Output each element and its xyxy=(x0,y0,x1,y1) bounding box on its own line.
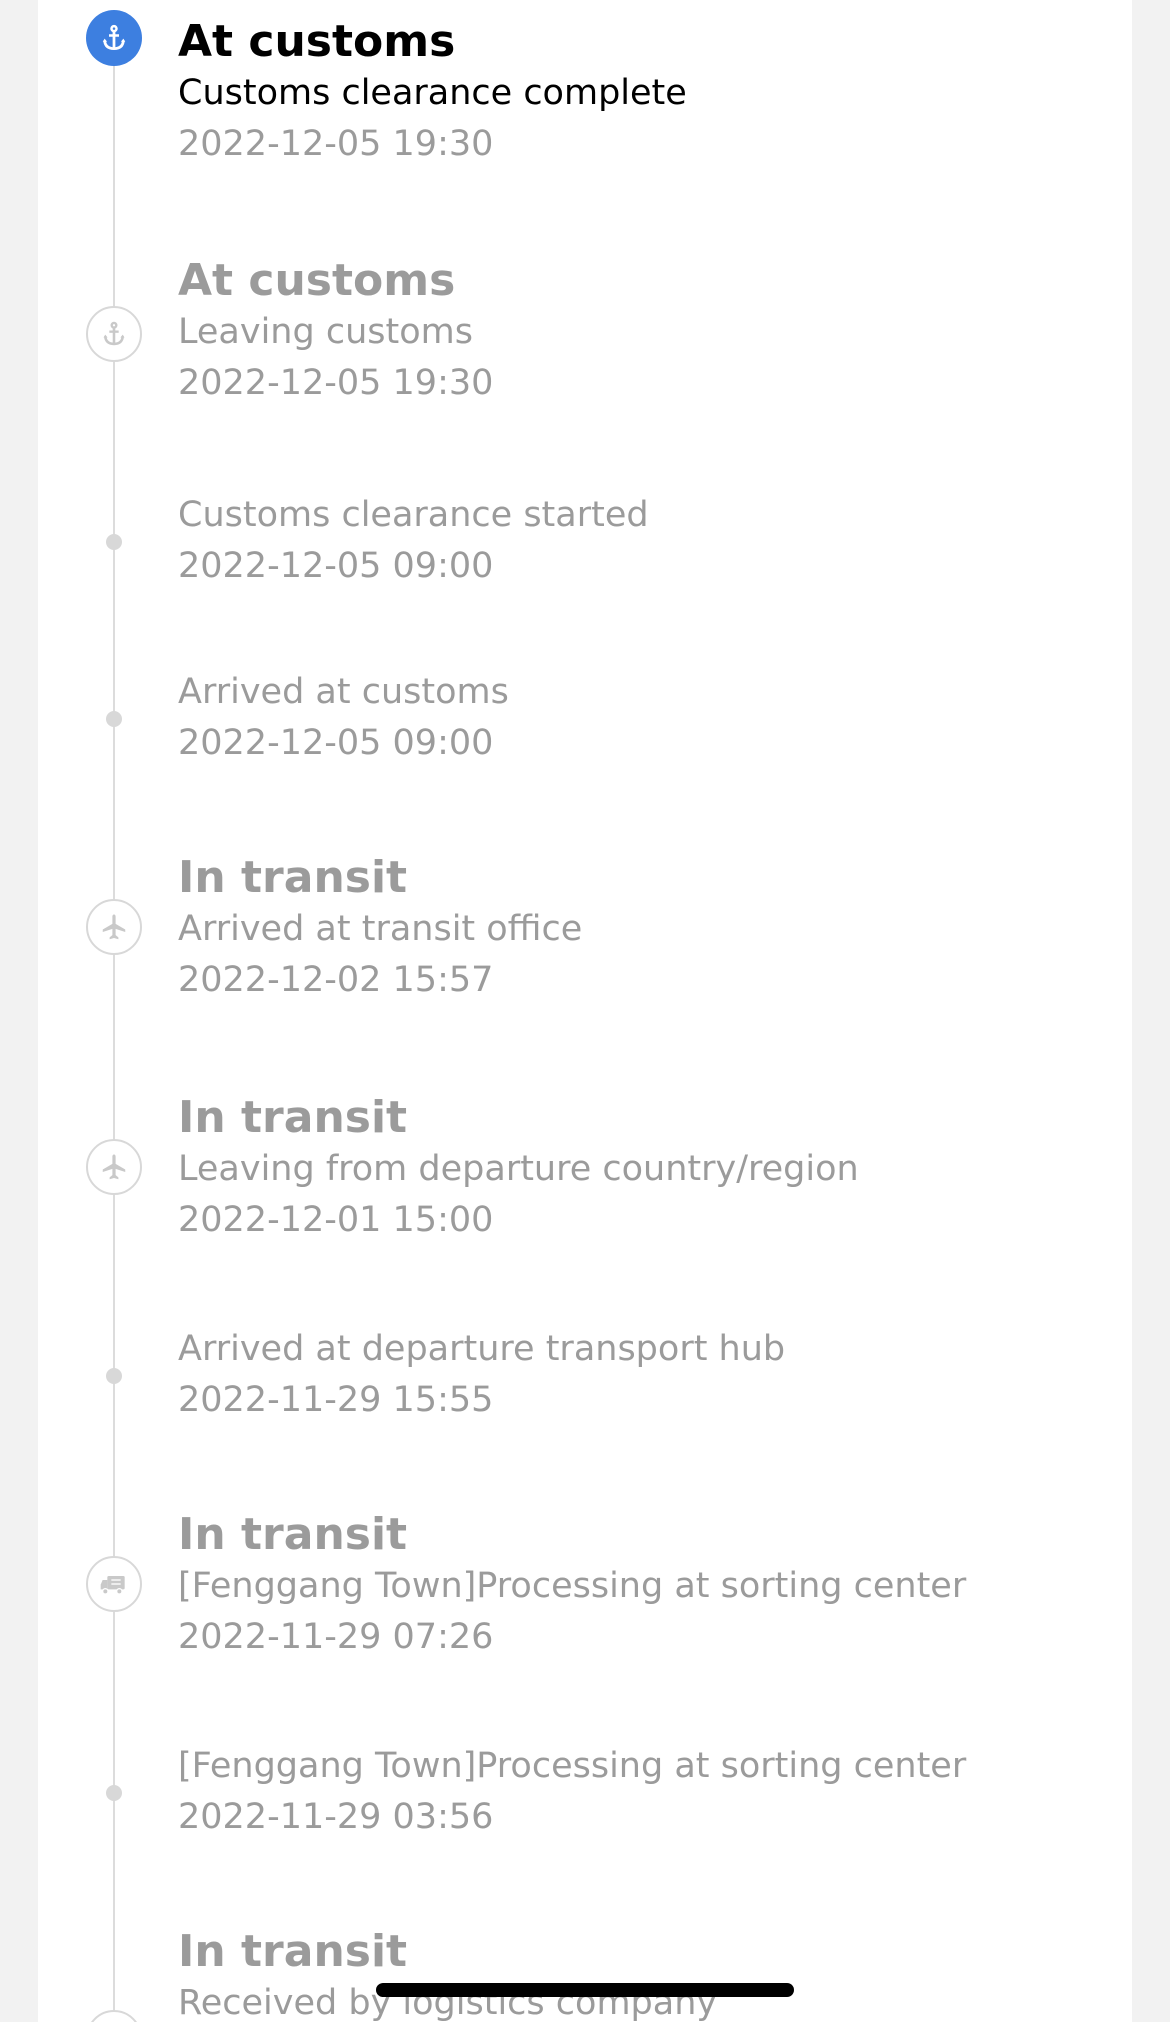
dot-icon xyxy=(106,1368,122,1384)
event-description: Leaving from departure country/region xyxy=(178,1149,859,1189)
tracking-card: At customs Customs clearance complete 20… xyxy=(38,0,1132,2022)
event-time: 2022-11-29 07:26 xyxy=(178,1617,494,1657)
truck-icon xyxy=(86,2010,142,2022)
event-description: [Fenggang Town]Processing at sorting cen… xyxy=(178,1566,967,1606)
event-status: At customs xyxy=(178,255,456,306)
event-status: In transit xyxy=(178,852,408,903)
truck-icon xyxy=(86,1556,142,1612)
dot-icon xyxy=(106,1785,122,1801)
dot-icon xyxy=(106,534,122,550)
event-description: Arrived at customs xyxy=(178,672,509,712)
event-time: 2022-12-05 19:30 xyxy=(178,124,494,164)
dot-icon xyxy=(106,711,122,727)
home-indicator[interactable] xyxy=(376,1983,794,1997)
event-time: 2022-12-05 09:00 xyxy=(178,723,494,763)
event-time: 2022-12-01 15:00 xyxy=(178,1200,494,1240)
tracking-timeline: At customs Customs clearance complete 20… xyxy=(38,0,1132,2022)
event-status: In transit xyxy=(178,1509,408,1560)
event-time: 2022-11-29 03:56 xyxy=(178,1797,494,1837)
event-status: In transit xyxy=(178,1926,408,1977)
event-status: In transit xyxy=(178,1092,408,1143)
event-description: Customs clearance complete xyxy=(178,73,687,113)
event-time: 2022-12-05 09:00 xyxy=(178,546,494,586)
event-status: At customs xyxy=(178,16,456,67)
anchor-icon xyxy=(86,10,142,66)
event-description: Arrived at departure transport hub xyxy=(178,1329,786,1369)
event-time: 2022-12-02 15:57 xyxy=(178,960,494,1000)
event-description: Arrived at transit office xyxy=(178,909,583,949)
event-description: Leaving customs xyxy=(178,312,473,352)
airplane-icon xyxy=(86,1139,142,1195)
event-time: 2022-11-29 15:55 xyxy=(178,1380,494,1420)
event-time: 2022-12-05 19:30 xyxy=(178,363,494,403)
event-description: Customs clearance started xyxy=(178,495,649,535)
event-description: [Fenggang Town]Processing at sorting cen… xyxy=(178,1746,967,1786)
airplane-icon xyxy=(86,899,142,955)
anchor-icon xyxy=(86,306,142,362)
